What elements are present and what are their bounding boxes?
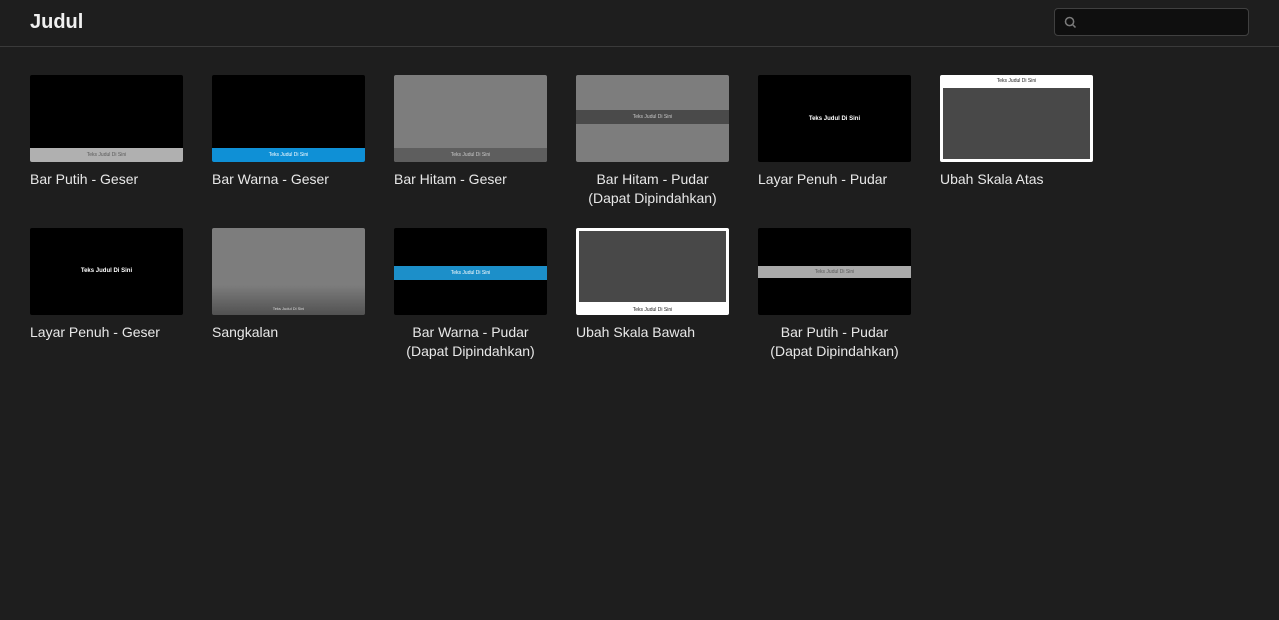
search-input[interactable] [1084, 15, 1240, 30]
bar-middle: Teks Judul Di Sini [758, 266, 911, 278]
tile-label: Bar Hitam - Geser [394, 170, 547, 189]
thumbnail: Teks Judul Di Sini [758, 75, 911, 162]
thumbnail: Teks Judul Di Sini [394, 228, 547, 315]
sample-text: Teks Judul Di Sini [87, 152, 126, 158]
gradient-bottom: Teks Judul Di Sini [212, 285, 365, 315]
tile-label: Ubah Skala Atas [940, 170, 1093, 189]
title-tile-bar-hitam-pudar[interactable]: Teks Judul Di Sini Bar Hitam - Pudar (Da… [576, 75, 729, 208]
titles-grid: Teks Judul Di Sini Bar Putih - Geser Tek… [0, 47, 1279, 389]
tile-label: Bar Putih - Pudar (Dapat Dipindahkan) [758, 323, 911, 361]
bar-middle: Teks Judul Di Sini [394, 266, 547, 280]
thumbnail: Teks Judul Di Sini [394, 75, 547, 162]
sample-text: Teks Judul Di Sini [451, 152, 490, 158]
title-tile-bar-putih-pudar[interactable]: Teks Judul Di Sini Bar Putih - Pudar (Da… [758, 228, 911, 361]
sample-text: Teks Judul Di Sini [451, 270, 490, 276]
tile-label: Sangkalan [212, 323, 365, 342]
title-tile-ubah-skala-atas[interactable]: Teks Judul Di Sini Ubah Skala Atas [940, 75, 1093, 189]
bar-bottom: Teks Judul Di Sini [30, 148, 183, 162]
title-tile-bar-warna-pudar[interactable]: Teks Judul Di Sini Bar Warna - Pudar (Da… [394, 228, 547, 361]
title-tile-layar-penuh-pudar[interactable]: Teks Judul Di Sini Layar Penuh - Pudar [758, 75, 911, 189]
title-tile-ubah-skala-bawah[interactable]: Teks Judul Di Sini Ubah Skala Bawah [576, 228, 729, 342]
tile-label: Ubah Skala Bawah [576, 323, 729, 342]
thumbnail: Teks Judul Di Sini [576, 228, 729, 315]
sample-text: Teks Judul Di Sini [633, 114, 672, 120]
search-field[interactable] [1054, 8, 1249, 36]
page-title: Judul [30, 11, 83, 34]
inner-area [579, 231, 726, 302]
thumbnail: Teks Judul Di Sini [758, 228, 911, 315]
thumbnail: Teks Judul Di Sini [30, 228, 183, 315]
center-text: Teks Judul Di Sini [758, 75, 911, 162]
bar-bottom: Teks Judul Di Sini [212, 148, 365, 162]
title-tile-bar-warna-geser[interactable]: Teks Judul Di Sini Bar Warna - Geser [212, 75, 365, 189]
top-text: Teks Judul Di Sini [940, 78, 1093, 84]
inner-area [943, 88, 1090, 159]
tile-label: Bar Warna - Pudar (Dapat Dipindahkan) [394, 323, 547, 361]
thumbnail: Teks Judul Di Sini [576, 75, 729, 162]
bar-bottom: Teks Judul Di Sini [394, 148, 547, 162]
header-bar: Judul [0, 0, 1279, 47]
bottom-text: Teks Judul Di Sini [576, 307, 729, 313]
sample-text: Teks Judul Di Sini [809, 116, 860, 122]
sample-text: Teks Judul Di Sini [269, 152, 308, 158]
sample-text: Teks Judul Di Sini [815, 269, 854, 275]
thumbnail: Teks Judul Di Sini [940, 75, 1093, 162]
title-tile-bar-hitam-geser[interactable]: Teks Judul Di Sini Bar Hitam - Geser [394, 75, 547, 189]
tile-label: Layar Penuh - Geser [30, 323, 183, 342]
center-text: Teks Judul Di Sini [30, 228, 183, 315]
tile-label: Bar Warna - Geser [212, 170, 365, 189]
title-tile-bar-putih-geser[interactable]: Teks Judul Di Sini Bar Putih - Geser [30, 75, 183, 189]
tile-label: Bar Hitam - Pudar (Dapat Dipindahkan) [576, 170, 729, 208]
tile-label: Layar Penuh - Pudar [758, 170, 911, 189]
search-icon [1063, 15, 1078, 30]
sample-text: Teks Judul Di Sini [633, 307, 672, 313]
tile-label: Bar Putih - Geser [30, 170, 183, 189]
thumbnail: Teks Judul Di Sini [212, 228, 365, 315]
thumbnail: Teks Judul Di Sini [30, 75, 183, 162]
thumbnail: Teks Judul Di Sini [212, 75, 365, 162]
title-tile-sangkalan[interactable]: Teks Judul Di Sini Sangkalan [212, 228, 365, 342]
sample-text: Teks Judul Di Sini [997, 78, 1036, 84]
sample-text: Teks Judul Di Sini [273, 306, 305, 311]
sample-text: Teks Judul Di Sini [81, 268, 132, 274]
title-tile-layar-penuh-geser[interactable]: Teks Judul Di Sini Layar Penuh - Geser [30, 228, 183, 342]
bar-middle: Teks Judul Di Sini [576, 110, 729, 124]
